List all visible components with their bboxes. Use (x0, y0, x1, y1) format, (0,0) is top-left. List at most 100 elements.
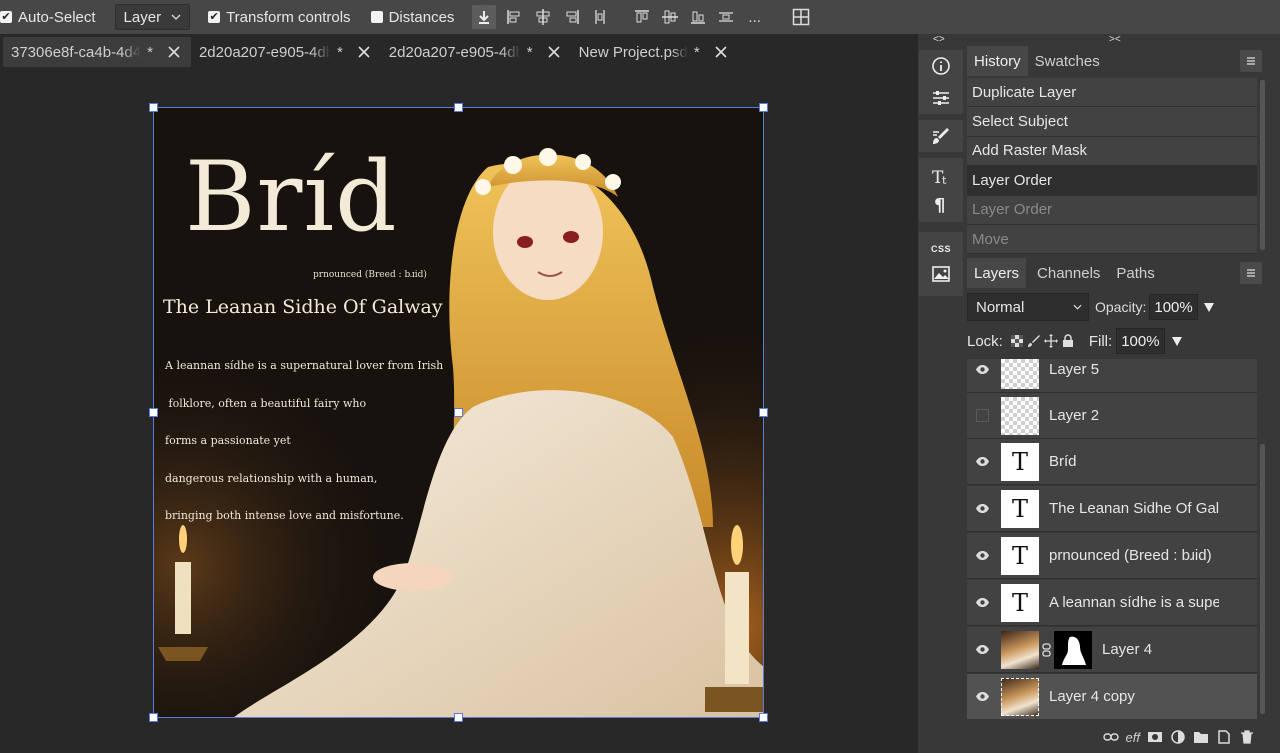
collapse-panels-button[interactable]: <> (933, 34, 945, 45)
distribute-horizontal-icon[interactable] (588, 5, 612, 29)
visibility-toggle[interactable] (967, 503, 997, 514)
distribute-vertical-icon[interactable] (714, 5, 738, 29)
auto-select-target-dropdown[interactable]: Layer (114, 4, 191, 30)
auto-select-label: Auto-Select (18, 8, 96, 26)
tab-channels[interactable]: Channels (1030, 258, 1107, 288)
visibility-toggle[interactable] (967, 409, 997, 422)
layer-row[interactable]: Layer 4 (967, 627, 1257, 673)
history-item-undone[interactable]: Move (967, 224, 1257, 255)
paragraph-icon[interactable]: ¶ (931, 194, 951, 214)
layer-effects-button[interactable]: eff (1126, 730, 1140, 745)
history-item-undone[interactable]: Layer Order (967, 195, 1257, 225)
visibility-toggle[interactable] (967, 691, 997, 702)
svg-text:t: t (942, 174, 947, 186)
modified-indicator: * (147, 43, 153, 61)
layer-row[interactable]: T prnounced (Breed : bɹid) (967, 533, 1257, 579)
css-panel-button[interactable]: CSS (931, 244, 951, 254)
eye-icon (975, 645, 989, 654)
tab-swatches[interactable]: Swatches (1028, 46, 1107, 76)
info-panel-button[interactable] (919, 50, 963, 82)
artwork-body-line: A leannan sídhe is a supernatural lover … (165, 359, 444, 372)
new-layer-icon[interactable] (1216, 729, 1232, 745)
adjustments-panel-button[interactable] (919, 82, 963, 114)
align-middle-vertical-icon[interactable] (658, 5, 682, 29)
lock-position-move-icon[interactable] (1043, 334, 1058, 348)
image-icon[interactable] (931, 264, 951, 284)
text-layer-thumbnail: T (1001, 583, 1039, 622)
close-icon[interactable] (167, 45, 181, 59)
add-mask-icon[interactable] (1147, 729, 1163, 745)
adjustment-layer-icon[interactable] (1170, 729, 1186, 745)
opacity-input[interactable]: 100% (1149, 294, 1198, 320)
canvas-workspace[interactable]: Bríd prnounced (Breed : bɹid) The Leanan… (0, 70, 918, 753)
align-center-horizontal-icon[interactable] (531, 5, 555, 29)
tab-paths[interactable]: Paths (1109, 258, 1161, 288)
history-scrollbar[interactable] (1260, 80, 1265, 250)
close-icon[interactable] (547, 45, 561, 59)
modified-indicator: * (526, 43, 533, 61)
visibility-toggle[interactable] (967, 456, 997, 467)
align-right-icon[interactable] (560, 5, 584, 29)
layer-row[interactable]: T A leannan sídhe is a supernatural love… (967, 580, 1257, 626)
layer-name: A leannan sídhe is a supernatural lover … (1049, 594, 1219, 611)
document-tab-name: New Project.psd (578, 43, 688, 61)
more-options-button[interactable]: ... (748, 9, 761, 26)
artwork-subtitle: The Leanan Sidhe Of Galway (163, 296, 443, 318)
align-top-icon[interactable] (630, 5, 654, 29)
align-bottom-icon[interactable] (686, 5, 710, 29)
type-panels-group: Tt ¶ (919, 158, 963, 222)
opacity-dropdown-arrow-icon[interactable] (1203, 301, 1215, 313)
fill-input[interactable]: 100% (1116, 328, 1165, 354)
transform-controls-checkbox[interactable]: ✔ Transform controls (208, 9, 351, 26)
eye-icon (975, 598, 989, 607)
layers-bottom-bar: eff (967, 724, 1267, 750)
align-left-icon[interactable] (502, 5, 526, 29)
lock-pixels-brush-icon[interactable] (1027, 334, 1041, 348)
download-icon[interactable] (472, 5, 497, 29)
document-canvas[interactable]: Bríd prnounced (Breed : bɹid) The Leanan… (153, 107, 764, 718)
distances-check-box (370, 11, 383, 23)
fill-dropdown-arrow-icon[interactable] (1171, 335, 1183, 347)
mask-link-chain-icon[interactable] (1042, 642, 1051, 657)
lock-transparency-icon[interactable] (1010, 334, 1024, 348)
auto-select-checkbox[interactable]: ✔ Auto-Select (0, 9, 96, 26)
layer-mask-thumbnail[interactable] (1054, 630, 1092, 669)
layer-row[interactable]: T Bríd (967, 439, 1257, 485)
close-icon[interactable] (357, 45, 371, 59)
document-tab-3[interactable]: 2d20a207-e905-4db * (381, 37, 571, 67)
history-item[interactable]: Duplicate Layer (967, 78, 1257, 108)
layer-thumbnail (1001, 630, 1039, 669)
layer-row[interactable]: Layer 2 (967, 393, 1257, 439)
document-tab-1[interactable]: 37306e8f-ca4b-4d4 * (3, 37, 191, 67)
history-panel-menu-button[interactable] (1240, 50, 1262, 72)
layer-row-selected[interactable]: Layer 4 copy (967, 674, 1257, 719)
character-icon[interactable]: Tt (931, 166, 951, 186)
menu-icon (1247, 269, 1255, 277)
distances-checkbox[interactable]: Distances (370, 9, 454, 26)
layers-panel-menu-button[interactable] (1240, 262, 1262, 284)
tab-layers[interactable]: Layers (967, 258, 1027, 288)
history-panel-tabs: History Swatches (967, 46, 1267, 76)
document-tab-2[interactable]: 2d20a207-e905-4db * (191, 37, 381, 67)
grid-layout-icon[interactable] (789, 5, 813, 29)
close-icon[interactable] (714, 45, 728, 59)
new-folder-icon[interactable] (1193, 729, 1209, 745)
layer-row[interactable]: Layer 5 (967, 359, 1257, 393)
layers-scrollbar[interactable] (1260, 444, 1265, 714)
history-item[interactable]: Add Raster Mask (967, 136, 1257, 167)
expand-panels-button[interactable]: >< (1109, 34, 1121, 45)
visibility-toggle[interactable] (967, 644, 997, 655)
blend-mode-dropdown[interactable]: Normal (967, 293, 1089, 321)
delete-layer-icon[interactable] (1239, 729, 1255, 745)
visibility-toggle[interactable] (967, 364, 997, 375)
visibility-toggle[interactable] (967, 550, 997, 561)
history-item-current[interactable]: Layer Order (967, 166, 1257, 196)
history-item[interactable]: Select Subject (967, 107, 1257, 137)
link-layers-icon[interactable] (1102, 729, 1119, 745)
brush-panel-button[interactable] (919, 120, 963, 152)
lock-all-icon[interactable] (1061, 334, 1075, 348)
document-tab-4[interactable]: New Project.psd * (571, 37, 738, 67)
tab-history[interactable]: History (967, 46, 1028, 76)
layer-row[interactable]: T The Leanan Sidhe Of Galway (967, 486, 1257, 532)
visibility-toggle[interactable] (967, 597, 997, 608)
